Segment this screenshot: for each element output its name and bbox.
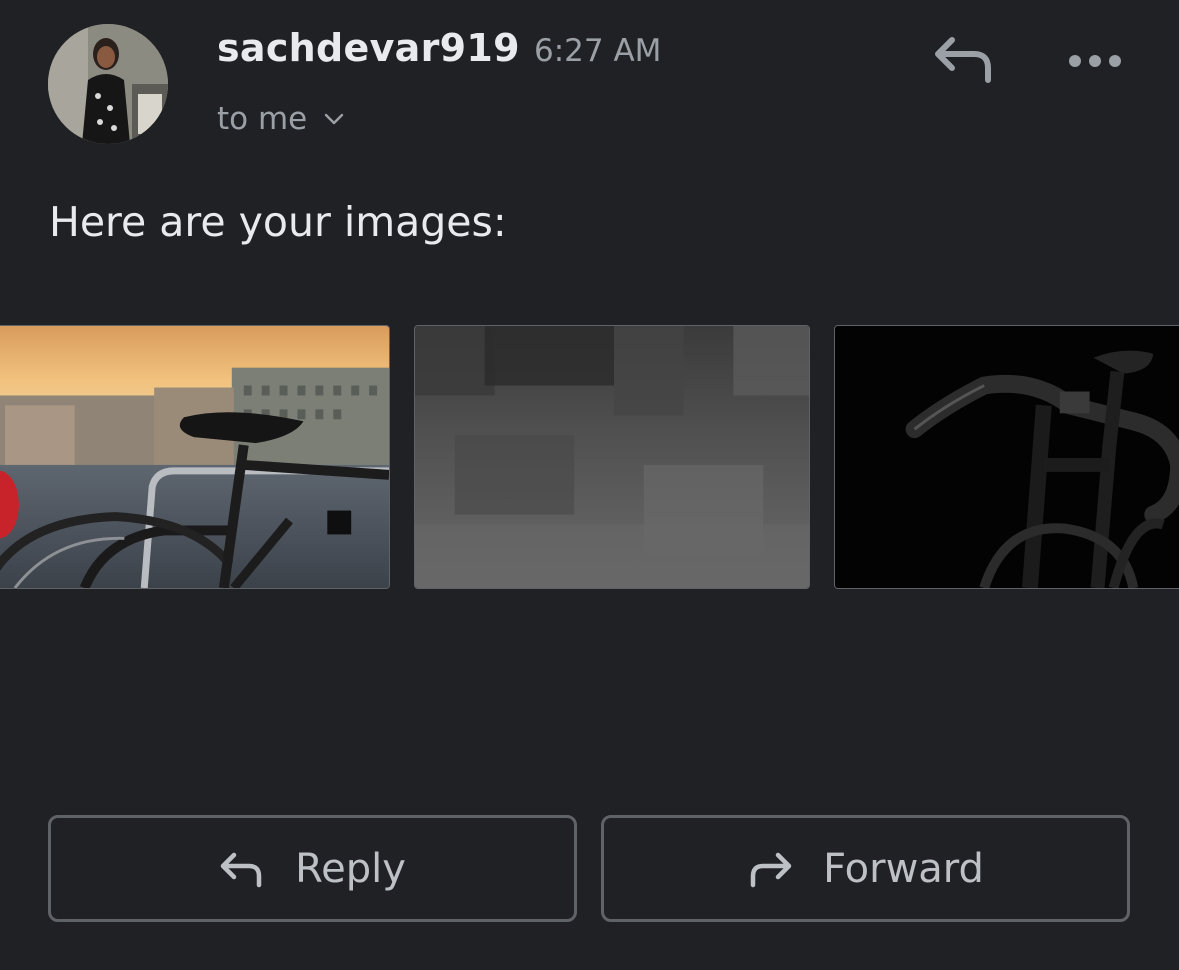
forward-arrow-icon (750, 852, 792, 887)
reply-arrow-icon (220, 852, 262, 887)
message-body: Here are your images: (49, 198, 507, 246)
attachment-thumbnail-2[interactable] (414, 325, 810, 589)
chevron-down-icon (325, 113, 344, 125)
reply-button-label: Reply (295, 845, 406, 892)
reply-icon[interactable] (930, 34, 996, 90)
recipient-toggle[interactable]: to me (217, 101, 345, 137)
attachment-thumbnail-1[interactable] (0, 325, 390, 589)
reply-button[interactable]: Reply (48, 815, 577, 922)
recipient-label: to me (217, 101, 308, 137)
forward-button[interactable]: Forward (601, 815, 1130, 922)
sender-avatar[interactable] (48, 24, 168, 144)
attachment-thumbnail-3[interactable] (834, 325, 1179, 589)
forward-button-label: Forward (823, 845, 984, 892)
email-message-view: sachdevar919 6:27 AM to me Here are your… (0, 0, 1179, 970)
message-time: 6:27 AM (534, 33, 662, 69)
more-horizontal-icon[interactable] (1064, 42, 1126, 80)
sender-name[interactable]: sachdevar919 (217, 26, 520, 70)
